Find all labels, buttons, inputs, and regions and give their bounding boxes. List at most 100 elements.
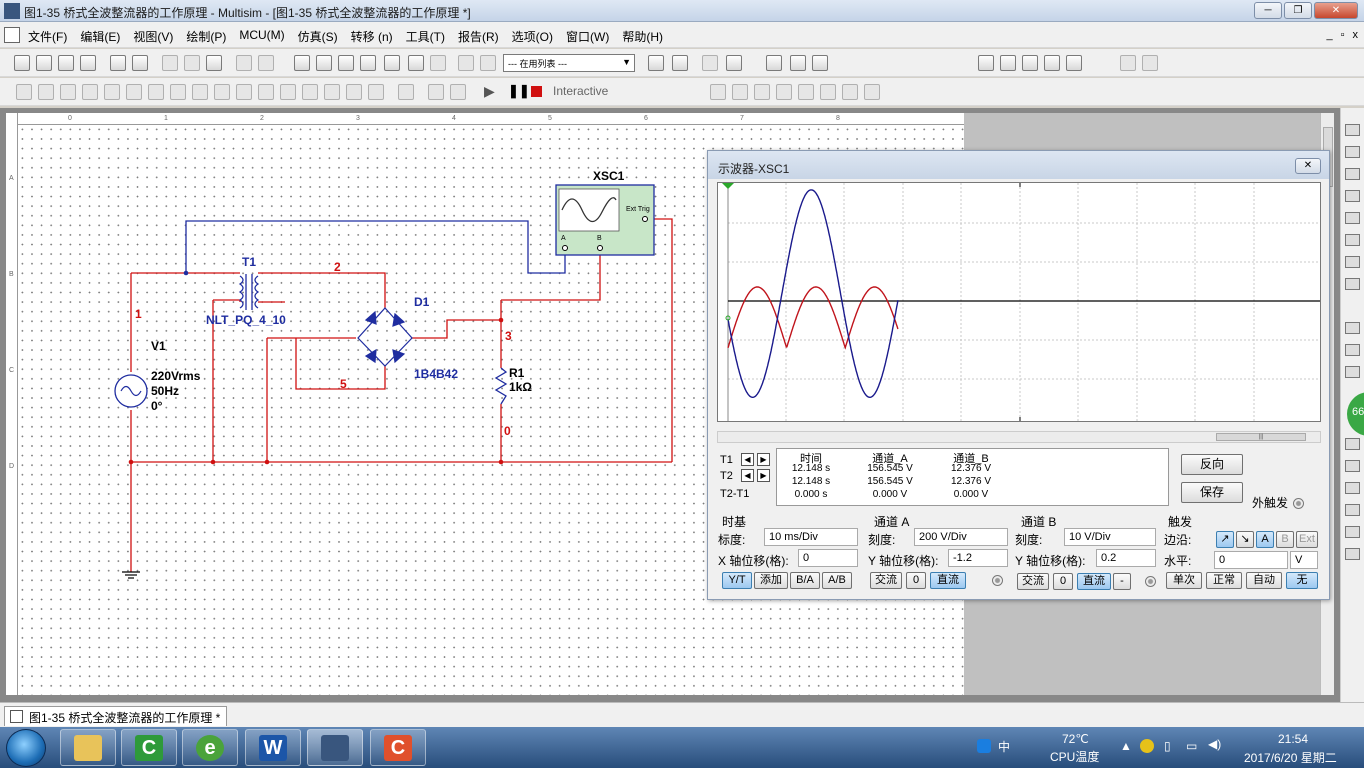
pause-simulation-icon[interactable]: ❚❚	[508, 83, 530, 99]
multisim-app-icon[interactable]	[4, 3, 20, 19]
bode-plotter-icon[interactable]	[1345, 234, 1360, 246]
place-wire-icon[interactable]	[450, 84, 466, 100]
education-web-icon[interactable]	[790, 55, 806, 71]
component-wizard-icon[interactable]	[480, 55, 496, 71]
place-indicator-icon[interactable]	[214, 84, 230, 100]
mode-add-button[interactable]: 添加	[754, 572, 788, 589]
place-ttl-icon[interactable]	[126, 84, 142, 100]
menu-transfer[interactable]: 转移 (n)	[351, 28, 393, 45]
place-misc-icon[interactable]	[258, 84, 274, 100]
oscilloscope-time-scrollbar[interactable]: |||	[717, 431, 1321, 443]
place-transistor-icon[interactable]	[82, 84, 98, 100]
menu-simulate[interactable]: 仿真(S)	[298, 28, 338, 45]
place-bus-icon[interactable]	[428, 84, 444, 100]
x-position-field[interactable]: 0	[798, 549, 858, 567]
volume-icon[interactable]: ◀)	[1208, 737, 1221, 751]
menu-tools[interactable]: 工具(T)	[406, 28, 445, 45]
document-icon[interactable]	[4, 27, 20, 43]
network-analyzer-icon[interactable]	[1345, 482, 1360, 494]
channel-a-dc-button[interactable]: 直流	[930, 572, 966, 589]
mdi-restore-button[interactable]: ▫	[1341, 29, 1345, 41]
place-basic-icon[interactable]	[38, 84, 54, 100]
channel-b-zero-button[interactable]: 0	[1053, 573, 1073, 590]
grapher-icon[interactable]	[384, 55, 400, 71]
probe-differential-icon[interactable]	[776, 84, 792, 100]
logic-analyzer-icon[interactable]	[1345, 322, 1360, 334]
open-folder-icon[interactable]	[36, 55, 52, 71]
oscilloscope-icon[interactable]	[1345, 190, 1360, 202]
oscilloscope-title-bar[interactable]: 示波器-XSC1 ✕	[708, 151, 1329, 179]
mode-yt-button[interactable]: Y/T	[722, 572, 752, 589]
print-preview-icon[interactable]	[132, 55, 148, 71]
hierarchy-icon[interactable]	[458, 55, 474, 71]
trigger-rising-edge-button[interactable]: ↗	[1216, 531, 1234, 548]
trigger-level-field[interactable]: 0	[1214, 551, 1288, 569]
maximize-button[interactable]: ❐	[1284, 2, 1312, 19]
mode-ba-button[interactable]: B/A	[790, 572, 820, 589]
tray-app-icon[interactable]	[1140, 739, 1154, 753]
power-icon[interactable]: ▭	[1186, 739, 1197, 753]
probe-settings-icon[interactable]	[864, 84, 880, 100]
trigger-level-unit[interactable]: V	[1290, 551, 1318, 569]
menu-place[interactable]: 绘制(P)	[186, 28, 226, 45]
frequency-counter-icon[interactable]	[1345, 256, 1360, 268]
run-simulation-icon[interactable]: ▶	[484, 83, 495, 100]
database-manager-icon[interactable]	[338, 55, 354, 71]
undo-icon[interactable]	[236, 55, 252, 71]
trigger-normal-button[interactable]: 正常	[1206, 572, 1242, 589]
stop-simulation-icon[interactable]	[531, 86, 542, 97]
probe-voltage-icon[interactable]	[710, 84, 726, 100]
menu-help[interactable]: 帮助(H)	[622, 28, 663, 45]
channel-b-ypos-field[interactable]: 0.2	[1096, 549, 1156, 567]
channel-a-ac-button[interactable]: 交流	[870, 572, 902, 589]
word-generator-icon[interactable]	[1345, 278, 1360, 290]
place-mixed-icon[interactable]	[192, 84, 208, 100]
menu-mcu[interactable]: MCU(M)	[239, 28, 284, 45]
agilent-multimeter-icon[interactable]	[1345, 526, 1360, 538]
probe-digital-icon[interactable]	[820, 84, 836, 100]
menu-view[interactable]: 视图(V)	[133, 28, 173, 45]
place-rf-icon[interactable]	[302, 84, 318, 100]
place-source-icon[interactable]	[16, 84, 32, 100]
grid-toggle-icon[interactable]	[1120, 55, 1136, 71]
place-misc-digital-icon[interactable]	[170, 84, 186, 100]
multimeter-icon[interactable]	[1345, 124, 1360, 136]
electrical-rules-icon[interactable]	[430, 55, 446, 71]
clock-time[interactable]: 21:54	[1278, 732, 1308, 746]
channel-b-scale-field[interactable]: 10 V/Div	[1064, 528, 1156, 546]
oscilloscope-window[interactable]: 示波器-XSC1 ✕ ||| T1 ◀ ▶ T2 ◀ ▶ T2-T1 时间 通道…	[707, 150, 1330, 600]
spreadsheet-icon[interactable]	[316, 55, 332, 71]
print-icon[interactable]	[110, 55, 126, 71]
place-hierarchical-icon[interactable]	[398, 84, 414, 100]
taskbar-ie[interactable]: e	[182, 729, 238, 766]
find-examples-icon[interactable]	[766, 55, 782, 71]
clock-date[interactable]: 2017/6/20 星期二	[1244, 749, 1337, 766]
four-channel-oscilloscope-icon[interactable]	[1345, 212, 1360, 224]
trigger-single-button[interactable]: 单次	[1166, 572, 1202, 589]
cut-icon[interactable]	[162, 55, 178, 71]
iv-analyzer-icon[interactable]	[1345, 366, 1360, 378]
t2-left-arrow-icon[interactable]: ◀	[741, 469, 754, 482]
trigger-falling-edge-button[interactable]: ↘	[1236, 531, 1254, 548]
in-use-list-dropdown[interactable]: --- 在用列表 --- ▼	[503, 54, 635, 72]
save-button[interactable]: 保存	[1181, 482, 1243, 503]
logic-converter-icon[interactable]	[1345, 344, 1360, 356]
channel-a-scale-field[interactable]: 200 V/Div	[914, 528, 1008, 546]
place-advanced-peripherals-icon[interactable]	[280, 84, 296, 100]
place-cmos-icon[interactable]	[148, 84, 164, 100]
function-generator-icon[interactable]	[1345, 146, 1360, 158]
wattmeter-icon[interactable]	[1345, 168, 1360, 180]
channel-b-ac-button[interactable]: 交流	[1017, 573, 1049, 590]
full-screen-icon[interactable]	[1066, 55, 1082, 71]
menu-file[interactable]: 文件(F)	[28, 28, 67, 45]
forward-annotate-icon[interactable]	[726, 55, 742, 71]
channel-a-ypos-field[interactable]: -1.2	[948, 549, 1008, 567]
new-file-icon[interactable]	[14, 55, 30, 71]
taskbar-word[interactable]: W	[245, 729, 301, 766]
channel-a-terminal[interactable]	[992, 575, 1003, 586]
input-method-icon[interactable]	[977, 739, 991, 753]
paste-icon[interactable]	[206, 55, 222, 71]
start-button[interactable]	[6, 729, 46, 767]
trigger-source-a-button[interactable]: A	[1256, 531, 1274, 548]
trigger-none-button[interactable]: 无	[1286, 572, 1318, 589]
